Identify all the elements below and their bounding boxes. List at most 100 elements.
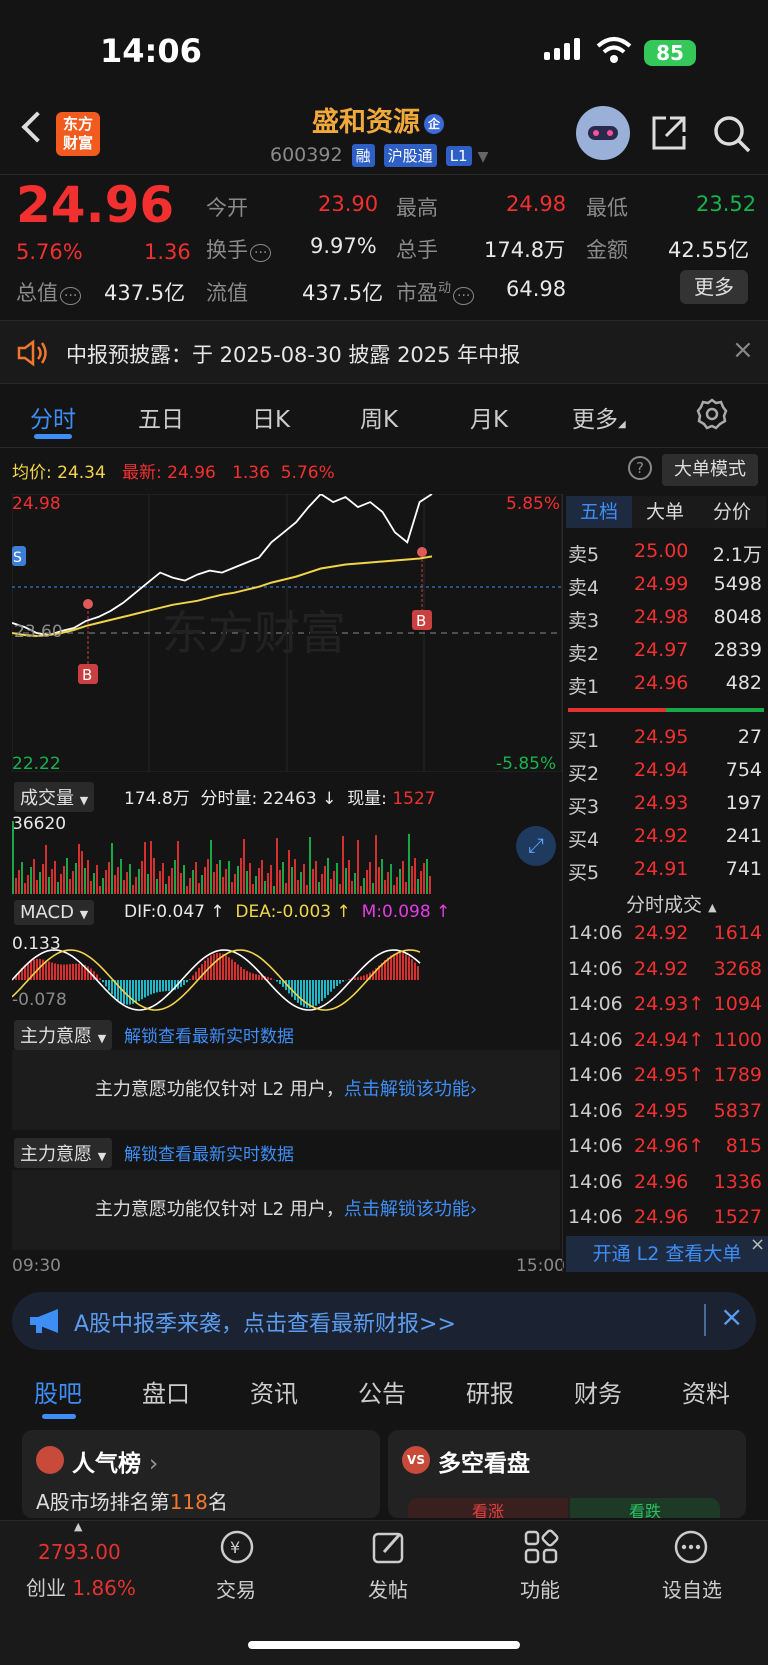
expand-icon[interactable]: ⤢ [516, 826, 556, 866]
info-icon[interactable]: ··· [60, 287, 82, 305]
tab-more[interactable]: 更多◢ [572, 400, 626, 434]
volume-bar [429, 876, 431, 894]
volume-bar [306, 885, 308, 894]
volume-bar [426, 859, 428, 894]
tab-forum[interactable]: 股吧 [34, 1374, 82, 1409]
stock-code-row[interactable]: 600392 融 沪股通 L1 ▼ [270, 144, 488, 167]
tab-big-order[interactable]: 大单 [632, 496, 698, 528]
index-row[interactable]: 创业 1.86% [26, 1572, 136, 1601]
tab-daily-k[interactable]: 日K [252, 400, 290, 434]
volume-bar [393, 885, 395, 894]
high-label: 最高 [396, 196, 438, 220]
tab-profile[interactable]: 资料 [682, 1374, 730, 1409]
volume-bar [420, 871, 422, 894]
bull-bear-card[interactable]: VS 多空看盘 看涨 看跌 [388, 1430, 746, 1518]
back-icon[interactable] [21, 111, 53, 143]
info-icon[interactable]: ··· [453, 287, 475, 305]
post-icon [372, 1532, 404, 1564]
volume-bar [318, 882, 320, 894]
close-icon[interactable]: × [750, 1234, 765, 1255]
tab-five-level[interactable]: 五档 [566, 496, 632, 528]
notice-text: 中报预披露：于 2025-08-30 披露 2025 年中报 [66, 343, 521, 367]
macd-dropdown[interactable]: MACD ▼ [14, 900, 95, 925]
pct-top-label: 5.85% [506, 494, 561, 514]
tab-handicap[interactable]: 盘口 [142, 1374, 190, 1409]
volume-bar [252, 884, 254, 894]
nav-functions[interactable]: 功能 [490, 1574, 590, 1603]
pe-label: 市盈动 ··· [396, 277, 475, 307]
amount-value: 42.55亿 [668, 238, 750, 262]
bullish-button[interactable]: 看涨 [408, 1498, 568, 1518]
macd-bar [27, 962, 29, 980]
tab-announcements[interactable]: 公告 [358, 1374, 406, 1409]
main-force-dropdown[interactable]: 主力意愿 ▼ [14, 1020, 113, 1050]
svg-text:¥: ¥ [230, 1538, 240, 1557]
volume-label: 总手 [396, 238, 438, 262]
macd-bar [360, 976, 362, 980]
volume-bar [159, 871, 161, 894]
macd-bar [195, 971, 197, 980]
close-icon[interactable]: × [732, 335, 754, 365]
nav-trade[interactable]: 交易 [186, 1574, 286, 1603]
macd-bar [417, 966, 419, 980]
volume-bar [228, 861, 230, 894]
volume-bar [165, 884, 167, 894]
volume-bar [261, 860, 263, 894]
volume-dropdown[interactable]: 成交量 ▼ [14, 782, 95, 812]
tab-price-dist[interactable]: 分价 [698, 496, 766, 528]
unlock-link[interactable]: 解锁查看最新实时数据 [124, 1022, 294, 1047]
unlock-feature-link[interactable]: 点击解锁该功能 [344, 1079, 470, 1100]
volume-bar [30, 867, 32, 894]
settings-icon[interactable] [696, 398, 728, 430]
tab-research[interactable]: 研报 [466, 1374, 514, 1409]
tab-finance[interactable]: 财务 [574, 1374, 622, 1409]
share-icon[interactable] [650, 114, 688, 152]
macd-bar [333, 980, 335, 989]
macd-bar [60, 964, 62, 980]
main-force-dropdown-2[interactable]: 主力意愿 ▼ [14, 1138, 113, 1168]
l2-lock-panel[interactable]: 主力意愿功能仅针对 L2 用户，点击解锁该功能› [12, 1050, 560, 1130]
macd-bar [330, 980, 332, 992]
big-order-mode-button[interactable]: 大单模式 [662, 454, 758, 486]
macd-bar [126, 980, 128, 1005]
vs-icon: VS [402, 1446, 430, 1474]
macd-bar [189, 979, 191, 980]
bearish-button[interactable]: 看跌 [570, 1498, 720, 1518]
tab-five-day[interactable]: 五日 [138, 400, 184, 434]
price-chart[interactable]: 东方财富 B B S [12, 494, 562, 772]
macd-bar [141, 980, 143, 1000]
volume-bar [24, 883, 26, 894]
earnings-banner[interactable]: A股中报季来袭，点击查看最新财报>> × [12, 1292, 756, 1350]
tab-monthly-k[interactable]: 月K [470, 400, 508, 434]
tab-weekly-k[interactable]: 周K [360, 400, 398, 434]
volume-bar [405, 882, 407, 894]
macd-bar [267, 976, 269, 980]
volume-bar [156, 879, 158, 894]
nav-post[interactable]: 发帖 [338, 1574, 438, 1603]
volume-bar [108, 862, 110, 894]
tab-news[interactable]: 资讯 [250, 1374, 298, 1409]
index-value[interactable]: 2793.00 [38, 1540, 121, 1564]
volume-bar [195, 862, 197, 894]
tab-intraday[interactable]: 分时 [30, 400, 76, 434]
nav-add-watchlist[interactable]: 设自选 [642, 1574, 742, 1603]
assistant-avatar-icon[interactable] [576, 106, 630, 160]
more-button[interactable]: 更多 [680, 270, 748, 304]
unlock-feature-link-2[interactable]: 点击解锁该功能 [344, 1199, 470, 1220]
popularity-card[interactable]: 人气榜 › A股市场排名第118名 [22, 1430, 380, 1518]
macd-bar [129, 980, 131, 1005]
stock-name[interactable]: 盛和资源企 [312, 100, 444, 139]
unlock-link-2[interactable]: 解锁查看最新实时数据 [124, 1140, 294, 1165]
l2-upgrade-bar[interactable]: 开通 L2 查看大单 [566, 1236, 768, 1272]
volume-bar [147, 874, 149, 894]
volume-bar [105, 870, 107, 894]
close-icon[interactable]: × [720, 1300, 743, 1333]
trades-header[interactable]: 分时成交 ▲ [626, 890, 717, 917]
info-icon[interactable]: ··· [250, 244, 272, 262]
macd-bar [240, 966, 242, 980]
macd-bar [54, 963, 56, 980]
search-icon[interactable] [712, 114, 752, 154]
l2-lock-panel-2[interactable]: 主力意愿功能仅针对 L2 用户，点击解锁该功能› [12, 1170, 560, 1250]
help-icon[interactable]: ? [628, 456, 652, 480]
notice-bar[interactable]: 中报预披露：于 2025-08-30 披露 2025 年中报 × [0, 320, 768, 384]
